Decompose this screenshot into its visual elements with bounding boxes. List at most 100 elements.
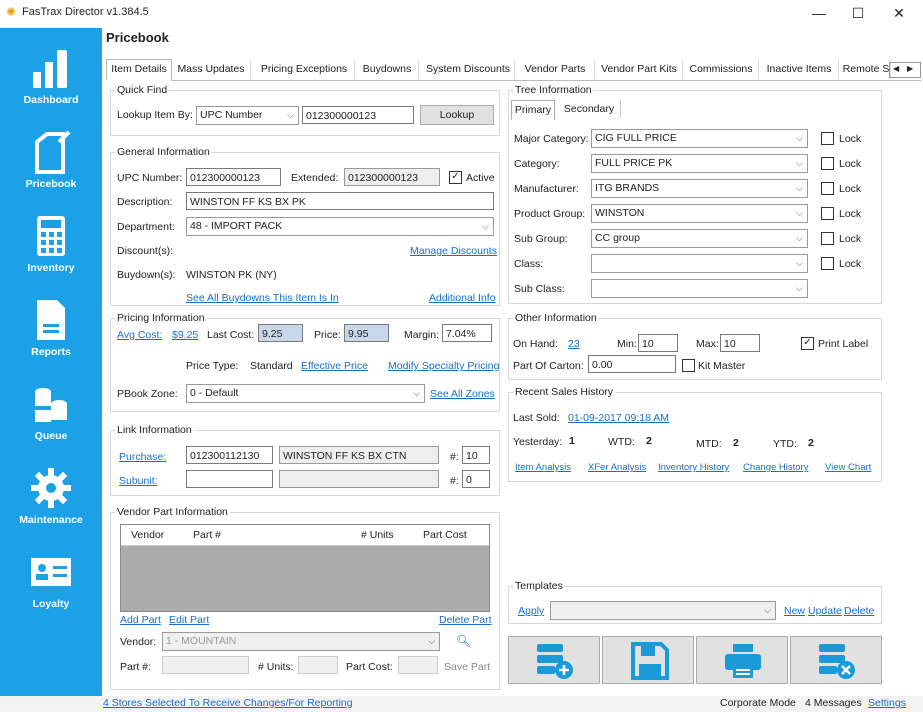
- lookup-by-select[interactable]: UPC Number ⌵: [196, 106, 299, 125]
- change-history-link[interactable]: Change History: [743, 462, 808, 473]
- part-cost-field[interactable]: [398, 656, 438, 674]
- kit-master-checkbox[interactable]: [682, 359, 695, 372]
- view-chart-link[interactable]: View Chart: [825, 462, 871, 473]
- subunit-qty-field[interactable]: 0: [462, 470, 490, 488]
- tab-inactive-items[interactable]: Inactive Items: [760, 60, 839, 79]
- save-button[interactable]: [602, 636, 694, 684]
- search-icon[interactable]: 🔍︎: [456, 634, 471, 648]
- avg-cost-link[interactable]: Avg Cost:: [117, 329, 162, 341]
- tab-buydowns[interactable]: Buydowns: [356, 60, 419, 79]
- modify-specialty-pricing-link[interactable]: Modify Specialty Pricing: [388, 360, 499, 372]
- class-select[interactable]: ⌵: [591, 254, 808, 273]
- product-group-lock-checkbox[interactable]: [821, 207, 834, 220]
- tab-system-discounts[interactable]: System Discounts: [422, 60, 515, 79]
- sidebar-item-queue[interactable]: Queue: [0, 382, 102, 462]
- major-category-lock-checkbox[interactable]: [821, 132, 834, 145]
- close-button[interactable]: ✕: [884, 3, 914, 23]
- arrow-left-icon[interactable]: ◀: [893, 64, 899, 73]
- description-field[interactable]: WINSTON FF KS BX PK: [186, 192, 494, 210]
- stores-selected-link[interactable]: 4 Stores Selected To Receive Changes/For…: [103, 697, 353, 709]
- column-header-vendor[interactable]: Vendor: [131, 529, 164, 541]
- manufacturer-select[interactable]: ITG BRANDS ⌵: [591, 179, 808, 198]
- maximize-button[interactable]: ☐: [843, 3, 873, 23]
- max-field[interactable]: 10: [720, 334, 760, 352]
- part-number-field[interactable]: [162, 656, 249, 674]
- price-field[interactable]: 9.95: [344, 324, 389, 342]
- tab-mass-updates[interactable]: Mass Updates: [172, 60, 251, 79]
- delete-record-button[interactable]: [790, 636, 882, 684]
- edit-part-link[interactable]: Edit Part: [169, 614, 209, 626]
- category-select[interactable]: FULL PRICE PK ⌵: [591, 154, 808, 173]
- delete-template-link[interactable]: Delete: [844, 605, 874, 617]
- additional-info-link[interactable]: Additional Info: [429, 292, 496, 304]
- print-label-checkbox[interactable]: ✓: [801, 337, 814, 350]
- item-analysis-link[interactable]: Item Analysis: [515, 462, 571, 473]
- add-part-link[interactable]: Add Part: [120, 614, 161, 626]
- minimize-button[interactable]: —: [804, 3, 834, 23]
- sub-group-select[interactable]: CC group ⌵: [591, 229, 808, 248]
- lookup-input[interactable]: 012300000123: [302, 106, 414, 124]
- column-header-part[interactable]: Part #: [193, 529, 221, 541]
- margin-field[interactable]: 7.04%: [442, 324, 492, 342]
- department-select[interactable]: 48 - IMPORT PACK ⌵: [186, 217, 494, 236]
- sub-group-lock-checkbox[interactable]: [821, 232, 834, 245]
- manufacturer-lock-checkbox[interactable]: [821, 182, 834, 195]
- see-all-zones-link[interactable]: See All Zones: [430, 388, 495, 400]
- sub-class-select[interactable]: ⌵: [591, 279, 808, 298]
- tab-vendor-parts[interactable]: Vendor Parts: [516, 60, 595, 79]
- messages-count[interactable]: 4 Messages: [805, 697, 862, 709]
- subunit-upc-field[interactable]: [186, 470, 273, 488]
- save-part-link[interactable]: Save Part: [444, 661, 490, 673]
- tab-commissions[interactable]: Commissions: [684, 60, 759, 79]
- vendor-part-grid[interactable]: Vendor Part # # Units Part Cost: [120, 524, 490, 612]
- purchase-qty-field[interactable]: 10: [462, 446, 490, 464]
- tab-item-details[interactable]: Item Details: [106, 59, 172, 81]
- purchase-upc-field[interactable]: 012300112130: [186, 446, 273, 464]
- tab-scroll-arrows[interactable]: ◀ ▶: [889, 62, 921, 78]
- class-lock-checkbox[interactable]: [821, 257, 834, 270]
- subtab-primary[interactable]: Primary: [511, 100, 555, 120]
- sidebar-item-pricebook[interactable]: Pricebook: [0, 130, 102, 210]
- see-all-buydowns-link[interactable]: See All Buydowns This Item Is In: [186, 292, 339, 304]
- settings-link[interactable]: Settings: [868, 697, 906, 709]
- subtab-secondary[interactable]: Secondary: [558, 100, 621, 118]
- apply-template-link[interactable]: Apply: [518, 605, 544, 617]
- last-sold-link[interactable]: 01-09-2017 09:18 AM: [568, 412, 669, 424]
- upc-number-field[interactable]: 012300000123: [186, 168, 281, 186]
- min-field[interactable]: 10: [638, 334, 678, 352]
- part-of-carton-field[interactable]: 0.00: [588, 355, 676, 373]
- last-cost-field[interactable]: 9.25: [258, 324, 303, 342]
- sidebar-item-maintenance[interactable]: Maintenance: [0, 466, 102, 546]
- active-checkbox[interactable]: ✓: [449, 171, 462, 184]
- sidebar-item-reports[interactable]: Reports: [0, 298, 102, 378]
- sidebar-item-dashboard[interactable]: Dashboard: [0, 46, 102, 126]
- tab-vendor-part-kits[interactable]: Vendor Part Kits: [596, 60, 683, 79]
- units-field[interactable]: [298, 656, 338, 674]
- add-record-button[interactable]: [508, 636, 600, 684]
- arrow-right-icon[interactable]: ▶: [907, 64, 913, 73]
- print-button[interactable]: [696, 636, 788, 684]
- sidebar-item-inventory[interactable]: Inventory: [0, 214, 102, 294]
- xfer-analysis-link[interactable]: XFer Analysis: [588, 462, 646, 473]
- delete-part-link[interactable]: Delete Part: [439, 614, 492, 626]
- update-template-link[interactable]: Update: [808, 605, 842, 617]
- inventory-history-link[interactable]: Inventory History: [658, 462, 729, 473]
- on-hand-link[interactable]: 23: [568, 338, 580, 350]
- template-select[interactable]: ⌵: [550, 601, 776, 620]
- tab-pricing-exceptions[interactable]: Pricing Exceptions: [254, 60, 355, 79]
- vendor-select[interactable]: 1 - MOUNTAIN ⌵: [162, 632, 440, 651]
- column-header-part-cost[interactable]: Part Cost: [423, 529, 467, 541]
- column-header-units[interactable]: # Units: [361, 529, 394, 541]
- lookup-button[interactable]: Lookup: [420, 105, 494, 125]
- avg-cost-value[interactable]: $9.25: [172, 329, 198, 341]
- pbook-zone-select[interactable]: 0 - Default ⌵: [186, 384, 425, 403]
- purchase-link[interactable]: Purchase:: [119, 451, 166, 463]
- major-category-select[interactable]: CIG FULL PRICE ⌵: [591, 129, 808, 148]
- manage-discounts-link[interactable]: Manage Discounts: [410, 245, 497, 257]
- tab-remote[interactable]: Remote S: [842, 60, 891, 79]
- subunit-link[interactable]: Subunit:: [119, 475, 158, 487]
- product-group-select[interactable]: WINSTON ⌵: [591, 204, 808, 223]
- sidebar-item-loyalty[interactable]: Loyalty: [0, 550, 102, 630]
- new-template-link[interactable]: New: [784, 605, 805, 617]
- effective-price-link[interactable]: Effective Price: [301, 360, 368, 372]
